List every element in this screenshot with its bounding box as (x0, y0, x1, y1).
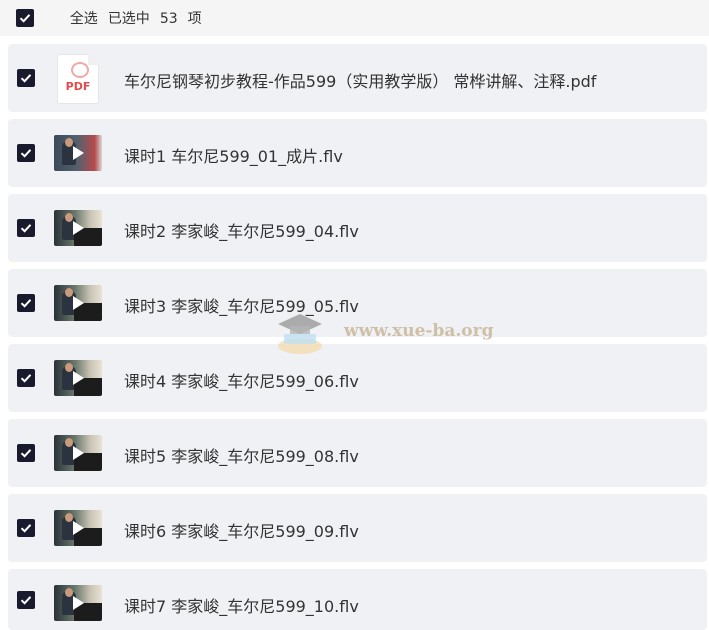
play-icon (73, 296, 84, 310)
selection-summary: 全选 已选中 53 项 (52, 0, 212, 44)
selected-suffix: 项 (187, 11, 202, 27)
play-icon (73, 521, 84, 535)
video-thumbnail (54, 435, 102, 471)
check-icon (20, 595, 32, 605)
select-all-label[interactable]: 全选 (70, 11, 98, 27)
play-icon (73, 596, 84, 610)
select-all-checkbox[interactable] (16, 9, 34, 27)
file-checkbox[interactable] (17, 294, 35, 312)
file-name[interactable]: 课时7 李家峻_车尔尼599_10.flv (124, 593, 359, 617)
check-icon (20, 224, 32, 233)
file-name[interactable]: 课时2 李家峻_车尔尼599_04.flv (124, 218, 359, 242)
check-icon (20, 74, 32, 83)
check-icon (19, 14, 31, 23)
file-name[interactable]: 课时3 李家峻_车尔尼599_05.flv (124, 293, 359, 317)
check-icon (20, 449, 32, 458)
check-icon (20, 299, 32, 308)
video-thumbnail (54, 360, 102, 396)
file-row[interactable]: PDF 车尔尼钢琴初步教程-作品599（实用教学版） 常桦讲解、注释.pdf (8, 44, 707, 112)
file-name[interactable]: 课时4 李家峻_车尔尼599_06.flv (124, 368, 359, 392)
file-checkbox[interactable] (17, 219, 35, 237)
file-name[interactable]: 课时6 李家峻_车尔尼599_09.flv (124, 518, 359, 542)
file-checkbox[interactable] (17, 590, 35, 609)
check-icon (20, 149, 32, 158)
file-checkbox[interactable] (17, 69, 35, 87)
file-row[interactable]: 课时6 李家峻_车尔尼599_09.flv (8, 494, 707, 562)
video-thumbnail (54, 510, 102, 546)
file-checkbox[interactable] (17, 444, 35, 462)
play-icon (73, 221, 84, 235)
file-name[interactable]: 课时1 车尔尼599_01_成片.flv (124, 143, 343, 167)
file-checkbox[interactable] (17, 144, 35, 162)
play-icon (73, 446, 84, 460)
file-row[interactable]: 课时7 李家峻_车尔尼599_10.flv (8, 569, 707, 630)
video-thumbnail (54, 210, 102, 246)
file-checkbox[interactable] (17, 519, 35, 537)
file-name[interactable]: 课时5 李家峻_车尔尼599_08.flv (124, 443, 359, 467)
pdf-file-icon: PDF (57, 54, 99, 104)
video-thumbnail (54, 585, 102, 621)
check-icon (20, 374, 32, 383)
selected-prefix: 已选中 (107, 11, 150, 27)
selected-count: 53 (159, 11, 178, 27)
file-row[interactable]: 课时2 李家峻_车尔尼599_04.flv (8, 194, 707, 262)
select-all-bar: 全选 已选中 53 项 (0, 0, 709, 36)
play-icon (73, 371, 84, 385)
file-row[interactable]: 课时4 李家峻_车尔尼599_06.flv (8, 344, 707, 412)
check-icon (20, 524, 32, 533)
file-name[interactable]: 车尔尼钢琴初步教程-作品599（实用教学版） 常桦讲解、注释.pdf (124, 68, 596, 92)
file-checkbox[interactable] (17, 369, 35, 387)
video-thumbnail (54, 135, 102, 171)
video-thumbnail (54, 285, 102, 321)
file-row[interactable]: 课时5 李家峻_车尔尼599_08.flv (8, 419, 707, 487)
file-row[interactable]: 课时3 李家峻_车尔尼599_05.flv (8, 269, 707, 337)
file-row[interactable]: 课时1 车尔尼599_01_成片.flv (8, 119, 707, 187)
play-icon (73, 146, 84, 160)
